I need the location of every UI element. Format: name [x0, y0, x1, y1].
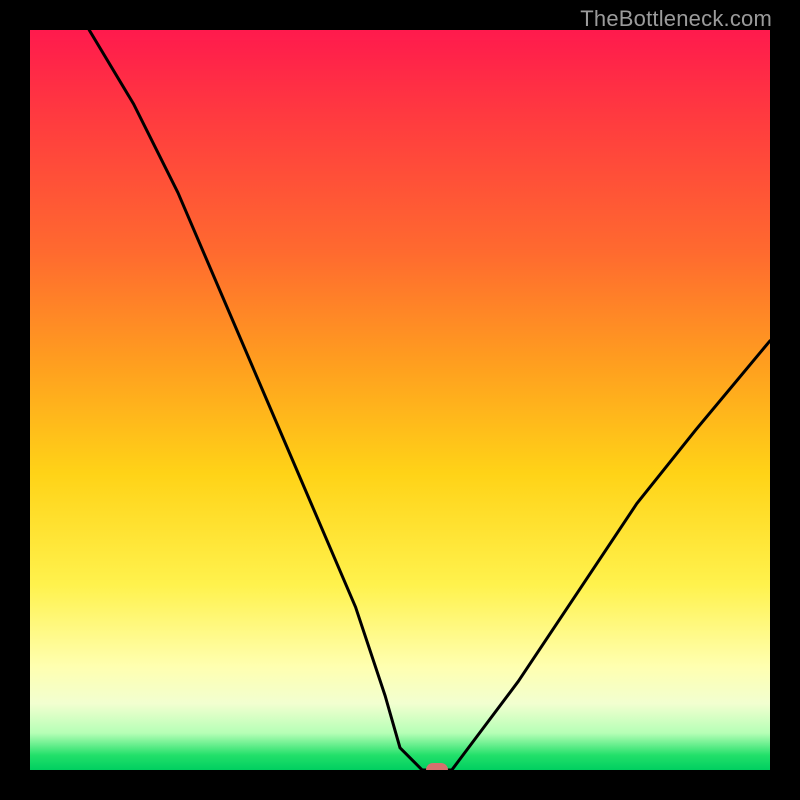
chart-stage: TheBottleneck.com	[0, 0, 800, 800]
valley-marker	[426, 763, 448, 770]
curve-svg	[30, 30, 770, 770]
bottleneck-curve	[89, 30, 770, 770]
plot-area	[30, 30, 770, 770]
watermark-text: TheBottleneck.com	[580, 6, 772, 32]
